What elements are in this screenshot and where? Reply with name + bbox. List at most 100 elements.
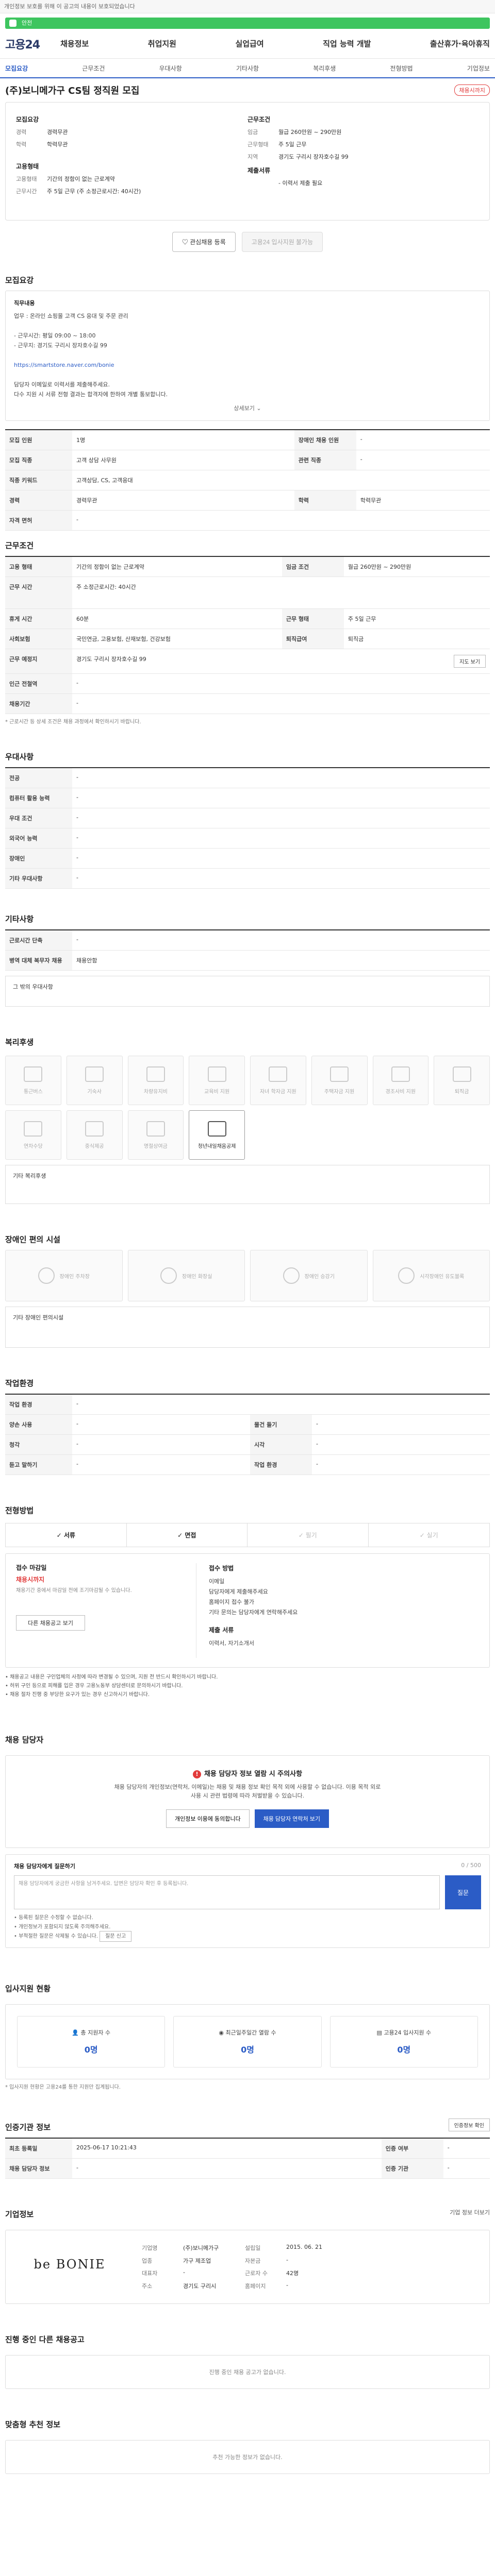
- char-counter: 0 / 500: [461, 1862, 481, 1869]
- table-row: 모집 인원 1명 장애인 채용 인원 -: [5, 430, 490, 450]
- table-cell: -: [72, 828, 490, 849]
- workenv-table: 작업 환경 - 양손 사용 - 물건 들기 - 청각 - 시각 - 듣고 말하기 - 작업 환경 -: [5, 1394, 490, 1475]
- disability-label: 장애인 화장실: [182, 1274, 212, 1280]
- company-more-link[interactable]: 기업 정보 더보기: [450, 2208, 490, 2216]
- table-header: 인증 기관: [381, 2158, 443, 2179]
- process-notes: • 채용공고 내용은 구인업체의 사정에 따라 변경될 수 있으며, 지원 전 …: [5, 1673, 490, 1699]
- cert-button[interactable]: 인증정보 확인: [448, 2119, 490, 2131]
- note-line: • 허위 구인 등으로 피해를 입은 경우 고용노동부 상담센터로 문의하시기 …: [5, 1683, 183, 1689]
- desc-line: 업무 : 온라인 쇼핑몰 고객 CS 응대 및 주문 관리: [14, 313, 128, 319]
- welfare-label: 중식제공: [85, 1143, 104, 1149]
- welfare-extra-box: 기타 복리후생: [5, 1165, 490, 1204]
- welfare-label: 연차수당: [23, 1143, 43, 1149]
- table-header: 근무 시간: [5, 577, 72, 609]
- company-key: 대표자: [142, 2270, 158, 2277]
- consent-button[interactable]: 개인정보 이용에 동의합니다: [166, 1809, 250, 1828]
- table-header: 모집 인원: [5, 430, 72, 450]
- table-cell: 60분: [72, 608, 282, 629]
- report-button[interactable]: 질문 신고: [100, 1931, 132, 1942]
- tab-work[interactable]: 근무조건: [82, 59, 105, 77]
- tab-welfare[interactable]: 복리후생: [313, 59, 336, 77]
- job-description-title: 직무내용: [14, 300, 35, 307]
- nav-item[interactable]: 채용정보: [60, 38, 89, 49]
- step-document: ✓ 서류: [6, 1523, 127, 1547]
- nav-item[interactable]: 실업급여: [235, 38, 263, 49]
- table-header: 직종 키워드: [5, 470, 72, 490]
- etc-table: 근로시간 단축 - 병역 대체 복무자 채용 채용안함: [5, 929, 490, 971]
- chevron-down-icon: ⌄: [256, 405, 261, 412]
- table-row: 외국어 능력 -: [5, 828, 490, 849]
- disability-label: 장애인 주차장: [59, 1274, 90, 1280]
- more-button[interactable]: 상세보기 ⌄: [14, 403, 481, 413]
- savings-icon: [207, 1121, 226, 1137]
- table-cell: -: [356, 450, 490, 470]
- tab-process[interactable]: 전형방법: [390, 59, 412, 77]
- tab-preferred[interactable]: 우대사항: [159, 59, 182, 77]
- kv-key: 경력: [16, 129, 27, 135]
- check-icon: ✓: [298, 1532, 306, 1539]
- table-header: 작업 환경: [5, 1394, 72, 1415]
- status-box: 👤 총 지원자 수 0명 ◉ 최근일주일간 열람 수 0명 ▤ 고용24 입사지원 …: [5, 2004, 490, 2079]
- nav-item[interactable]: 취업지원: [148, 38, 176, 49]
- desc-line: - 근무시간: 평일 09:00 ~ 18:00: [14, 332, 96, 339]
- table-header: 퇴직급여: [282, 629, 344, 649]
- desc-link[interactable]: https://smartstore.naver.com/bonie: [14, 360, 481, 370]
- table-cell: -: [72, 693, 490, 714]
- company-key: 주소: [142, 2282, 153, 2290]
- kv-key: 지역: [248, 154, 258, 160]
- note-line: • 채용 절차 진행 중 부당한 요구가 있는 경우 신고하시기 바랍니다.: [5, 1692, 150, 1698]
- step-practical: ✓ 실기: [369, 1523, 490, 1547]
- table-row: 양손 사용 - 물건 들기 -: [5, 1414, 490, 1435]
- site-logo[interactable]: 고용24: [5, 36, 40, 52]
- inquiry-textarea[interactable]: 채용 담당자에게 궁금한 사항을 남겨주세요. 답변은 담당자 확인 후 등록됩…: [14, 1875, 440, 1909]
- nav-item[interactable]: 출산휴가·육아휴직: [430, 38, 490, 49]
- tab-recruit[interactable]: 모집요강: [5, 59, 28, 77]
- method-line: 홈페이지 접수 불가: [209, 1599, 254, 1605]
- map-button[interactable]: 지도 보기: [454, 655, 486, 668]
- shield-icon: [9, 20, 16, 27]
- favorite-button[interactable]: ♡ 관심채용 등록: [172, 232, 236, 252]
- more-label: 상세보기: [234, 405, 255, 412]
- work-table: 고용 형태 기간의 정함이 없는 근로계약 임금 조건 월급 260만원 ~ 290만…: [5, 556, 490, 714]
- status-banner-label: 안전: [22, 20, 32, 26]
- status-note: * 입사지원 현황은 고용24를 통한 지원만 집계됩니다.: [5, 2084, 121, 2090]
- tab-company[interactable]: 기업정보: [467, 59, 490, 77]
- table-header: 학력: [294, 490, 356, 511]
- welfare-card: 차량유지비: [127, 1056, 184, 1105]
- nav-item[interactable]: 직업 능력 개발: [323, 38, 371, 49]
- welfare-label: 퇴직금: [454, 1089, 469, 1095]
- table-header: 장애인: [5, 848, 72, 869]
- recruit-table: 모집 인원 1명 장애인 채용 인원 - 모집 직종 고객 상담 사무원 관련 직종 - 직…: [5, 429, 490, 531]
- company-value: 2015. 06. 21: [286, 2244, 322, 2250]
- disability-card: 시각장애인 유도블록: [372, 1250, 490, 1301]
- other-posts-button[interactable]: 다른 채용공고 보기: [16, 1615, 85, 1631]
- person-icon: 👤: [72, 2029, 81, 2036]
- table-row: 병역 대체 복무자 채용 채용안함: [5, 950, 490, 971]
- house-icon: [330, 1066, 349, 1082]
- cert-table: 최초 등록일 2025-06-17 10:21:43 인증 여부 - 채용 담당자 정…: [5, 2138, 490, 2179]
- table-header: 청각: [5, 1434, 72, 1455]
- table-row: 휴게 시간 60분 근무 형태 주 5일 근무: [5, 608, 490, 629]
- tab-etc[interactable]: 기타사항: [236, 59, 259, 77]
- table-cell: -: [72, 768, 490, 788]
- inquiry-note: • 부적절한 질문은 삭제될 수 있습니다.: [14, 1934, 98, 1939]
- view-contact-button[interactable]: 채용 담당자 연락처 보기: [254, 1809, 329, 1828]
- elevator-icon: [283, 1267, 300, 1284]
- dormitory-icon: [85, 1066, 104, 1082]
- summary-recruit-title: 모집요강: [16, 116, 39, 123]
- company-info-grid: 기업명 (주)보니메가구 설립일 2015. 06. 21 업종 가구 제조업 자본금 - …: [142, 2244, 477, 2290]
- table-cell: 1명: [72, 430, 294, 450]
- table-row: 전공 -: [5, 768, 490, 788]
- table-row: 최초 등록일 2025-06-17 10:21:43 인증 여부 -: [5, 2138, 490, 2159]
- company-key: 홈페이지: [245, 2282, 266, 2290]
- welfare-card: 자녀 학자금 지원: [250, 1056, 306, 1105]
- apply-button[interactable]: 고용24 입사지원 불가능: [241, 232, 323, 252]
- document-icon: ▤: [376, 2029, 384, 2036]
- table-row: 작업 환경 -: [5, 1394, 490, 1415]
- company-key: 근로자 수: [245, 2270, 268, 2277]
- page-footer: [5, 2474, 490, 2487]
- table-header: 사회보험: [5, 629, 72, 649]
- alert-text: 채용 담당자의 개인정보(연락처, 이메일)는 채용 및 채용 정보 확인 목적…: [114, 1784, 381, 1799]
- deadline-badge: 채용시까지: [454, 84, 490, 96]
- submit-question-button[interactable]: 질문: [445, 1875, 481, 1909]
